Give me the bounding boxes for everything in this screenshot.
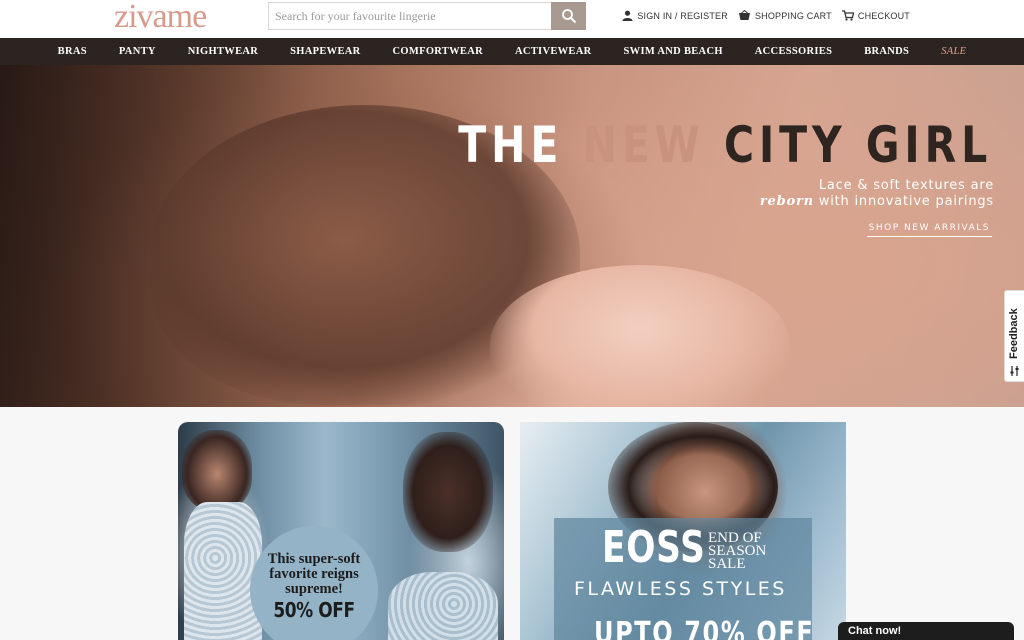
promo-nightwear-banner[interactable]: This super-soft favorite reigns supreme!… <box>178 422 504 640</box>
nav-item-accessories[interactable]: ACCESSORIES <box>739 46 848 57</box>
user-icon <box>622 10 633 21</box>
chat-now-button[interactable]: Chat now! <box>838 622 1014 640</box>
nav-item-nightwear[interactable]: NIGHTWEAR <box>172 46 274 57</box>
promo-left-discount: 50% OFF <box>273 598 355 622</box>
sliders-icon <box>1010 366 1019 376</box>
search-bar <box>268 2 586 30</box>
nav-item-swim-and-beach[interactable]: SWIM AND BEACH <box>608 46 739 57</box>
promo-eoss-banner[interactable]: EOSS END OF SEASON SALE FLAWLESS STYLES … <box>520 422 846 640</box>
promo-right-headline: EOSS <box>602 522 706 573</box>
hero-subtitle-line2: reborn with innovative pairings <box>760 194 994 210</box>
shopping-cart-link[interactable]: SHOPPING CART <box>738 10 832 21</box>
account-links: SIGN IN / REGISTER SHOPPING CART CHECKOU… <box>622 10 910 21</box>
shopping-cart-label: SHOPPING CART <box>754 10 832 21</box>
promo-right-tagline: FLAWLESS STYLES <box>574 578 787 600</box>
hero-banner[interactable]: THE NEW CITY GIRL Lace & soft textures a… <box>0 65 1024 407</box>
promo-right-offer-box: EOSS END OF SEASON SALE FLAWLESS STYLES … <box>554 518 815 640</box>
zivame-logo[interactable]: zivame <box>114 0 207 34</box>
sign-in-register-link[interactable]: SIGN IN / REGISTER <box>622 10 728 21</box>
hero-title-new: NEW <box>582 116 705 174</box>
search-button[interactable] <box>551 2 586 30</box>
nav-item-bras[interactable]: BRAS <box>42 46 103 57</box>
hero-subtitle: Lace & soft textures are reborn with inn… <box>760 178 994 210</box>
hero-subtitle-emphasis: reborn <box>759 194 814 209</box>
nav-item-shapewear[interactable]: SHAPEWEAR <box>274 46 376 57</box>
top-header: zivame SIGN IN / REGISTER SHOPPING CART <box>0 0 1024 38</box>
category-nav: BRAS PANTY NIGHTWEAR SHAPEWEAR COMFORTWE… <box>0 38 1024 65</box>
feedback-label: Feedback <box>1008 308 1020 359</box>
hero-subtitle-line1: Lace & soft textures are <box>818 178 994 193</box>
nav-item-panty[interactable]: PANTY <box>103 46 172 57</box>
basket-icon <box>738 10 750 20</box>
checkout-label: CHECKOUT <box>857 10 910 21</box>
nav-item-comfortwear[interactable]: COMFORTWEAR <box>377 46 499 57</box>
hero-title-city-girl: CITY GIRL <box>723 116 992 174</box>
promo-left-text: This super-soft favorite reigns supreme! <box>267 551 361 597</box>
hero-subtitle-line2-text: with innovative pairings <box>813 194 994 209</box>
search-input[interactable] <box>269 3 553 29</box>
search-icon <box>561 9 576 24</box>
sign-in-label: SIGN IN / REGISTER <box>637 10 728 21</box>
shop-new-arrivals-link[interactable]: SHOP NEW ARRIVALS <box>866 223 992 237</box>
hero-title-the: THE <box>458 116 564 174</box>
nav-item-sale[interactable]: SALE <box>925 46 982 57</box>
feedback-tab[interactable]: Feedback <box>1004 290 1024 382</box>
promo-right-discount: UPTO 70% OFF <box>594 616 815 640</box>
promo-left-offer-badge: This super-soft favorite reigns supreme!… <box>250 526 378 640</box>
promo-right-subheadline: END OF SEASON SALE <box>708 530 767 572</box>
hero-title: THE NEW CITY GIRL <box>458 117 992 173</box>
promo-left-model-head <box>182 430 252 510</box>
nav-item-activewear[interactable]: ACTIVEWEAR <box>499 46 608 57</box>
promo-left-second-model <box>403 432 493 552</box>
promo-left-second-dress <box>388 572 498 640</box>
cart-icon <box>841 10 854 21</box>
checkout-link[interactable]: CHECKOUT <box>841 10 910 21</box>
nav-item-brands[interactable]: BRANDS <box>848 46 925 57</box>
